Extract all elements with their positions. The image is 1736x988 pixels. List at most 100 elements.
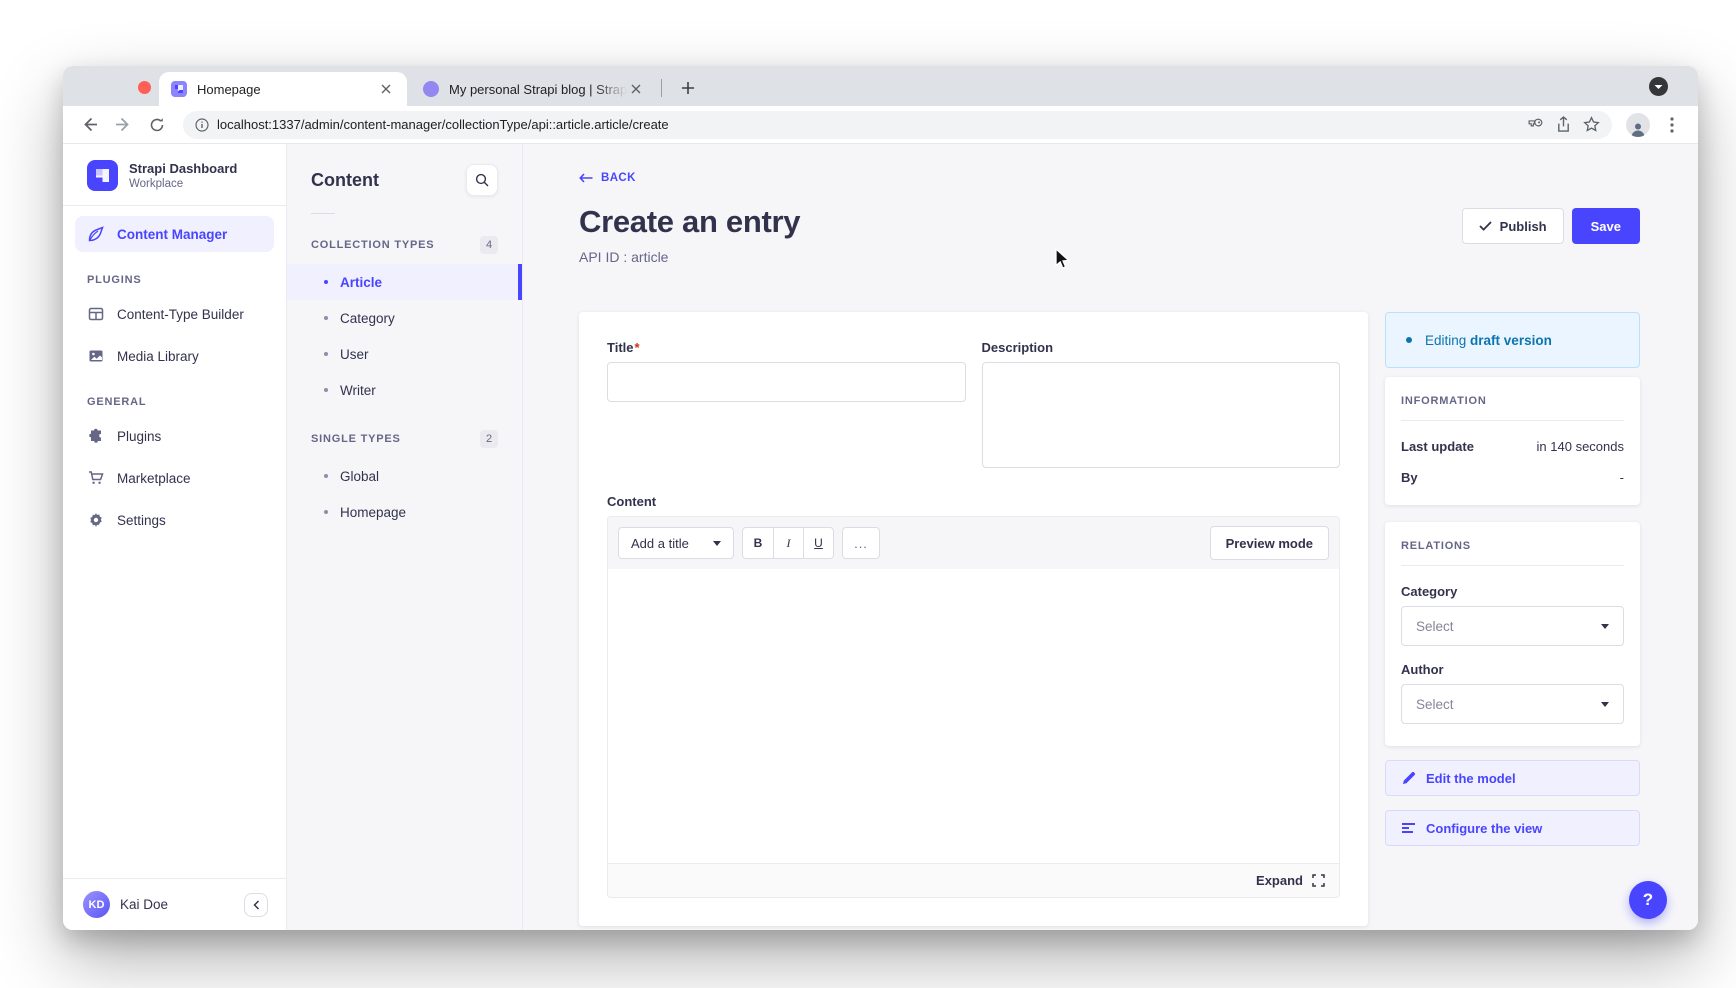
workspace-name: Workplace [129, 178, 237, 190]
single-types-count-badge: 2 [480, 430, 498, 448]
subnav-title: Content [311, 170, 379, 191]
tab-title: My personal Strapi blog | Strap [449, 82, 627, 97]
bullet-icon [324, 474, 328, 478]
configure-view-button[interactable]: Configure the view [1385, 810, 1640, 846]
information-card: INFORMATION Last update in 140 seconds B… [1385, 377, 1640, 505]
sidebar-section-plugins: PLUGINS [63, 258, 286, 296]
content-field-label: Content [607, 494, 1340, 509]
browser-menu-button[interactable] [1660, 113, 1684, 137]
sidebar-item-settings[interactable]: Settings [75, 502, 274, 538]
collapse-sidebar-button[interactable] [244, 893, 268, 917]
last-update-row: Last update in 140 seconds [1401, 439, 1624, 454]
by-value: - [1620, 470, 1624, 485]
entry-form-card: Title* Description Content [579, 312, 1368, 926]
user-avatar[interactable]: KD [83, 891, 110, 918]
workspace-header[interactable]: Strapi Dashboard Workplace [63, 144, 286, 205]
expand-button[interactable]: Expand [1256, 873, 1303, 888]
cart-icon [87, 469, 105, 487]
sidebar-item-content-type-builder[interactable]: Content-Type Builder [75, 296, 274, 332]
chevron-down-icon [1601, 624, 1609, 629]
sidebar-item-media-library[interactable]: Media Library [75, 338, 274, 374]
underline-button[interactable]: U [803, 528, 833, 558]
bold-button[interactable]: B [743, 528, 773, 558]
italic-button[interactable]: I [773, 528, 803, 558]
bullet-icon [324, 510, 328, 514]
sidebar-item-plugins[interactable]: Plugins [75, 418, 274, 454]
entry-side-panel: Editing draft version INFORMATION Last u… [1385, 312, 1640, 846]
subnav-item-article[interactable]: Article [287, 264, 522, 300]
share-icon[interactable] [1556, 116, 1571, 133]
search-icon [475, 173, 489, 187]
description-textarea[interactable] [982, 362, 1341, 468]
close-window-button[interactable] [138, 81, 151, 94]
tab-search-button[interactable] [1649, 77, 1668, 96]
sidebar-item-label: Marketplace [117, 471, 191, 486]
sidebar-item-content-manager[interactable]: Content Manager [75, 216, 274, 252]
user-name: Kai Doe [120, 897, 234, 912]
bullet-icon [324, 316, 328, 320]
reload-icon [149, 117, 165, 133]
divider [1401, 420, 1624, 421]
search-button[interactable] [466, 164, 498, 196]
browser-profile-avatar[interactable] [1626, 113, 1650, 137]
content-subnav: Content COLLECTION TYPES 4 Article Categ… [287, 144, 523, 930]
sidebar-item-label: Plugins [117, 429, 161, 444]
sidebar-item-marketplace[interactable]: Marketplace [75, 460, 274, 496]
chevron-left-icon [253, 900, 260, 910]
tab-close-icon[interactable] [627, 80, 645, 98]
back-link[interactable]: BACK [579, 172, 636, 184]
strapi-app: Strapi Dashboard Workplace Content Manag… [63, 144, 1698, 930]
info-icon[interactable] [195, 118, 209, 132]
main-content: BACK Create an entry API ID : article Pu… [523, 144, 1698, 930]
subnav-item-category[interactable]: Category [287, 300, 522, 336]
more-formats-button[interactable]: ... [842, 527, 880, 559]
chevron-down-icon [1601, 702, 1609, 707]
forward-button[interactable] [111, 113, 135, 137]
tab-blog[interactable]: My personal Strapi blog | Strap [411, 72, 657, 106]
add-title-dropdown[interactable]: Add a title [618, 527, 734, 559]
tab-homepage[interactable]: Homepage [159, 72, 407, 106]
reload-button[interactable] [145, 113, 169, 137]
check-icon [1479, 221, 1492, 231]
subnav-item-writer[interactable]: Writer [287, 372, 522, 408]
collection-types-label: COLLECTION TYPES [311, 239, 434, 251]
help-button[interactable]: ? [1629, 881, 1667, 919]
title-input[interactable] [607, 362, 966, 402]
new-tab-button[interactable] [675, 75, 701, 101]
sidebar-item-label: Settings [117, 513, 166, 528]
tab-bar: Homepage My personal Strapi blog | Strap [63, 66, 1698, 106]
page-title: Create an entry [579, 204, 800, 240]
relations-card: RELATIONS Category Select Author Select [1385, 522, 1640, 746]
edit-model-button[interactable]: Edit the model [1385, 760, 1640, 796]
subnav-item-label: Article [340, 275, 382, 290]
save-button[interactable]: Save [1572, 208, 1640, 244]
api-id-subtitle: API ID : article [579, 249, 800, 265]
divider [311, 213, 335, 214]
category-select[interactable]: Select [1401, 606, 1624, 646]
arrow-left-icon [579, 173, 593, 183]
title-field-label: Title* [607, 340, 966, 355]
bullet-icon [324, 388, 328, 392]
url-bar[interactable]: localhost:1337/admin/content-manager/col… [183, 111, 1612, 139]
collection-types-count-badge: 4 [480, 236, 498, 254]
publish-button[interactable]: Publish [1462, 208, 1564, 244]
tab-divider [661, 79, 662, 97]
editor-footer: Expand [608, 863, 1339, 897]
subnav-item-user[interactable]: User [287, 336, 522, 372]
subnav-item-homepage[interactable]: Homepage [287, 494, 522, 530]
author-select[interactable]: Select [1401, 684, 1624, 724]
plus-icon [681, 81, 695, 95]
browser-toolbar: localhost:1337/admin/content-manager/col… [63, 106, 1698, 144]
image-icon [87, 347, 105, 365]
format-button-group: B I U [742, 527, 834, 559]
required-asterisk: * [635, 340, 640, 355]
back-button[interactable] [77, 113, 101, 137]
star-icon[interactable] [1583, 116, 1600, 133]
divider [63, 205, 286, 206]
subnav-item-global[interactable]: Global [287, 458, 522, 494]
expand-icon[interactable] [1312, 874, 1325, 887]
key-icon[interactable] [1527, 116, 1544, 133]
preview-mode-button[interactable]: Preview mode [1210, 526, 1329, 560]
editor-body[interactable] [608, 569, 1339, 863]
tab-close-icon[interactable] [377, 80, 395, 98]
